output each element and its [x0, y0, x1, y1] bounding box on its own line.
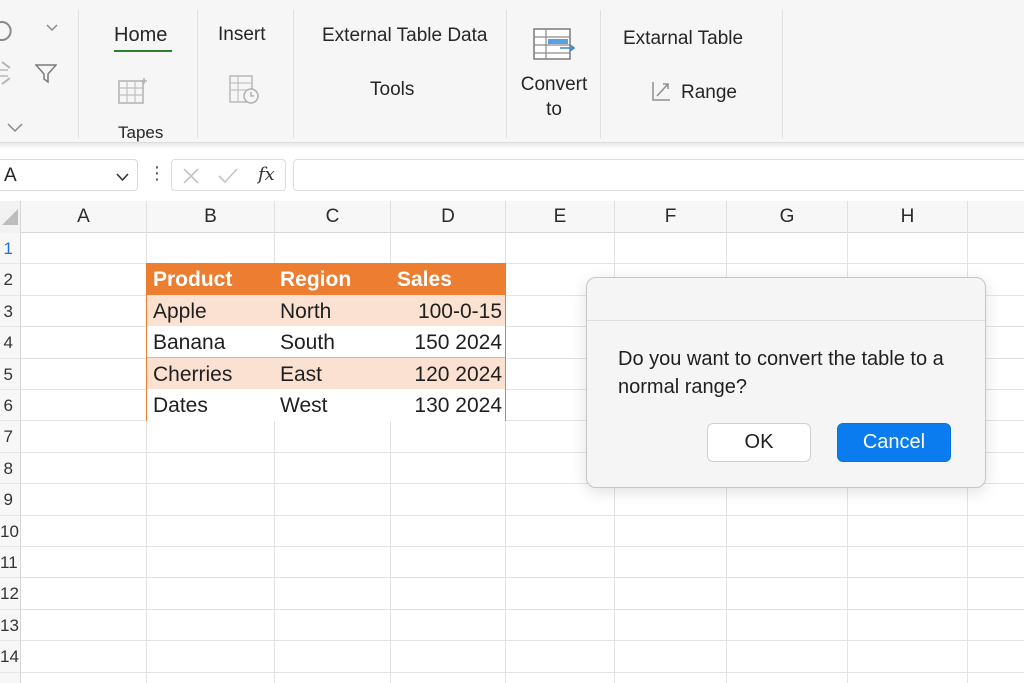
ok-button[interactable]: OK [707, 423, 811, 462]
table-cell[interactable]: West [280, 389, 327, 421]
row-header-3[interactable]: 3 [0, 296, 20, 328]
ribbon: Home Tapes Insert External Table Data To… [0, 0, 1024, 143]
ribbon-separator [293, 10, 294, 138]
column-header-e[interactable]: E [506, 201, 615, 233]
sort-icon[interactable] [0, 60, 16, 86]
name-box[interactable]: A [0, 159, 138, 191]
table-header-cell[interactable]: Sales [397, 263, 452, 295]
table-cell[interactable]: Banana [153, 326, 225, 358]
column-header-c[interactable]: C [275, 201, 391, 233]
more-options-icon[interactable]: ⋮ [148, 164, 166, 182]
formula-bar: A ⋮ fx [0, 149, 1024, 201]
column-header-a[interactable]: A [21, 201, 147, 233]
range-button[interactable]: Range [681, 82, 737, 104]
row-header-12[interactable]: 12 [0, 578, 20, 610]
column-header-b[interactable]: B [147, 201, 275, 233]
name-box-value: A [4, 165, 17, 186]
ribbon-separator [506, 10, 507, 138]
cancel-button[interactable]: Cancel [837, 423, 951, 462]
table-row: Cherries East 120 2024 [147, 357, 505, 390]
convert-to-range-icon[interactable] [532, 26, 576, 64]
row-header-13[interactable]: 13 [0, 610, 20, 642]
table-cell[interactable]: South [280, 326, 335, 358]
grid-line [21, 671, 1024, 673]
tab-insert[interactable]: Insert [218, 24, 266, 46]
data-table[interactable]: Product Region Sales Apple North 100-0-1… [146, 263, 506, 421]
row-header-9[interactable]: 9 [0, 484, 20, 516]
dialog-titlebar[interactable] [587, 278, 985, 321]
convert-to-line2: to [546, 99, 562, 120]
row-header-2[interactable]: 2 [0, 264, 20, 296]
column-header-g[interactable]: G [727, 201, 848, 233]
ribbon-separator [782, 10, 783, 138]
table-icon[interactable] [118, 76, 150, 106]
table-cell[interactable]: East [280, 358, 322, 390]
column-header-f[interactable]: F [615, 201, 727, 233]
tab-home[interactable]: Home [114, 24, 167, 47]
filter-icon[interactable] [35, 64, 57, 84]
range-icon[interactable] [650, 78, 674, 104]
chevron-down-icon[interactable] [46, 24, 58, 32]
formula-buttons: fx [171, 159, 286, 191]
table-header-cell[interactable]: Product [153, 263, 232, 295]
undo-icon[interactable] [0, 18, 16, 44]
row-headers: 1 2 3 4 5 6 7 8 9 10 11 12 13 14 [0, 233, 21, 683]
ribbon-separator [600, 10, 601, 138]
convert-to-button[interactable]: Convert to [520, 72, 588, 122]
column-headers: A B C D E F G H [0, 201, 1024, 233]
row-header-10[interactable]: 10 [0, 516, 20, 547]
table-cell[interactable]: Dates [153, 389, 208, 421]
grid-line [21, 577, 1024, 579]
row-header-4[interactable]: 4 [0, 327, 20, 359]
table-cell[interactable]: 120 2024 [414, 358, 502, 390]
table-cell[interactable]: 150 2024 [414, 326, 502, 358]
chevron-down-icon[interactable] [116, 169, 129, 187]
row-header-5[interactable]: 5 [0, 359, 20, 390]
column-header-d[interactable]: D [391, 201, 506, 233]
row-header-14[interactable]: 14 [0, 641, 20, 673]
table-cell[interactable]: Cherries [153, 358, 232, 390]
grid-line [21, 514, 1024, 516]
column-header-h[interactable]: H [848, 201, 968, 233]
expand-chevron-icon[interactable] [7, 123, 23, 133]
table-cell[interactable]: North [280, 295, 331, 327]
table-row: Dates West 130 2024 [147, 389, 505, 421]
formula-input[interactable] [293, 159, 1024, 191]
row-header-11[interactable]: 11 [0, 547, 20, 579]
table-row: Banana South 150 2024 [147, 326, 505, 358]
row-header-6[interactable]: 6 [0, 390, 20, 422]
table-header-cell[interactable]: Region [280, 263, 351, 295]
table-cell[interactable]: 130 2024 [414, 389, 502, 421]
row-header-8[interactable]: 8 [0, 453, 20, 485]
tab-external-table-data[interactable]: External Table Data [322, 25, 487, 47]
tab-external-table[interactable]: Extarnal Table [623, 28, 743, 50]
ribbon-separator [78, 10, 79, 138]
column-header-i[interactable] [968, 201, 1024, 233]
insert-function-icon[interactable]: fx [258, 164, 275, 185]
table-cell[interactable]: 100-0-15 [418, 295, 502, 327]
table-row: Apple North 100-0-15 [147, 294, 505, 327]
cancel-edit-icon[interactable] [182, 167, 200, 190]
row-header-1[interactable]: 1 [0, 233, 20, 265]
ribbon-separator [197, 10, 198, 138]
grid-line [21, 608, 1024, 610]
table-cell[interactable]: Apple [153, 295, 207, 327]
convert-to-line1: Convert [520, 74, 588, 95]
insert-table-icon[interactable] [229, 74, 261, 106]
dialog-message: Do you want to convert the table to a no… [618, 348, 944, 398]
confirm-edit-icon[interactable] [217, 167, 239, 190]
row-header-7[interactable]: 7 [0, 421, 20, 453]
group-label-tapes: Tapes [118, 123, 164, 142]
select-all-triangle-icon [2, 209, 18, 225]
table-header-row: Product Region Sales [147, 263, 505, 295]
tools-button[interactable]: Tools [370, 79, 414, 101]
grid-line [21, 546, 1024, 547]
tab-home-underline [114, 50, 172, 52]
grid-line [21, 640, 1024, 642]
convert-to-range-dialog: Do you want to convert the table to a no… [586, 277, 986, 488]
select-all-button[interactable] [0, 201, 21, 233]
